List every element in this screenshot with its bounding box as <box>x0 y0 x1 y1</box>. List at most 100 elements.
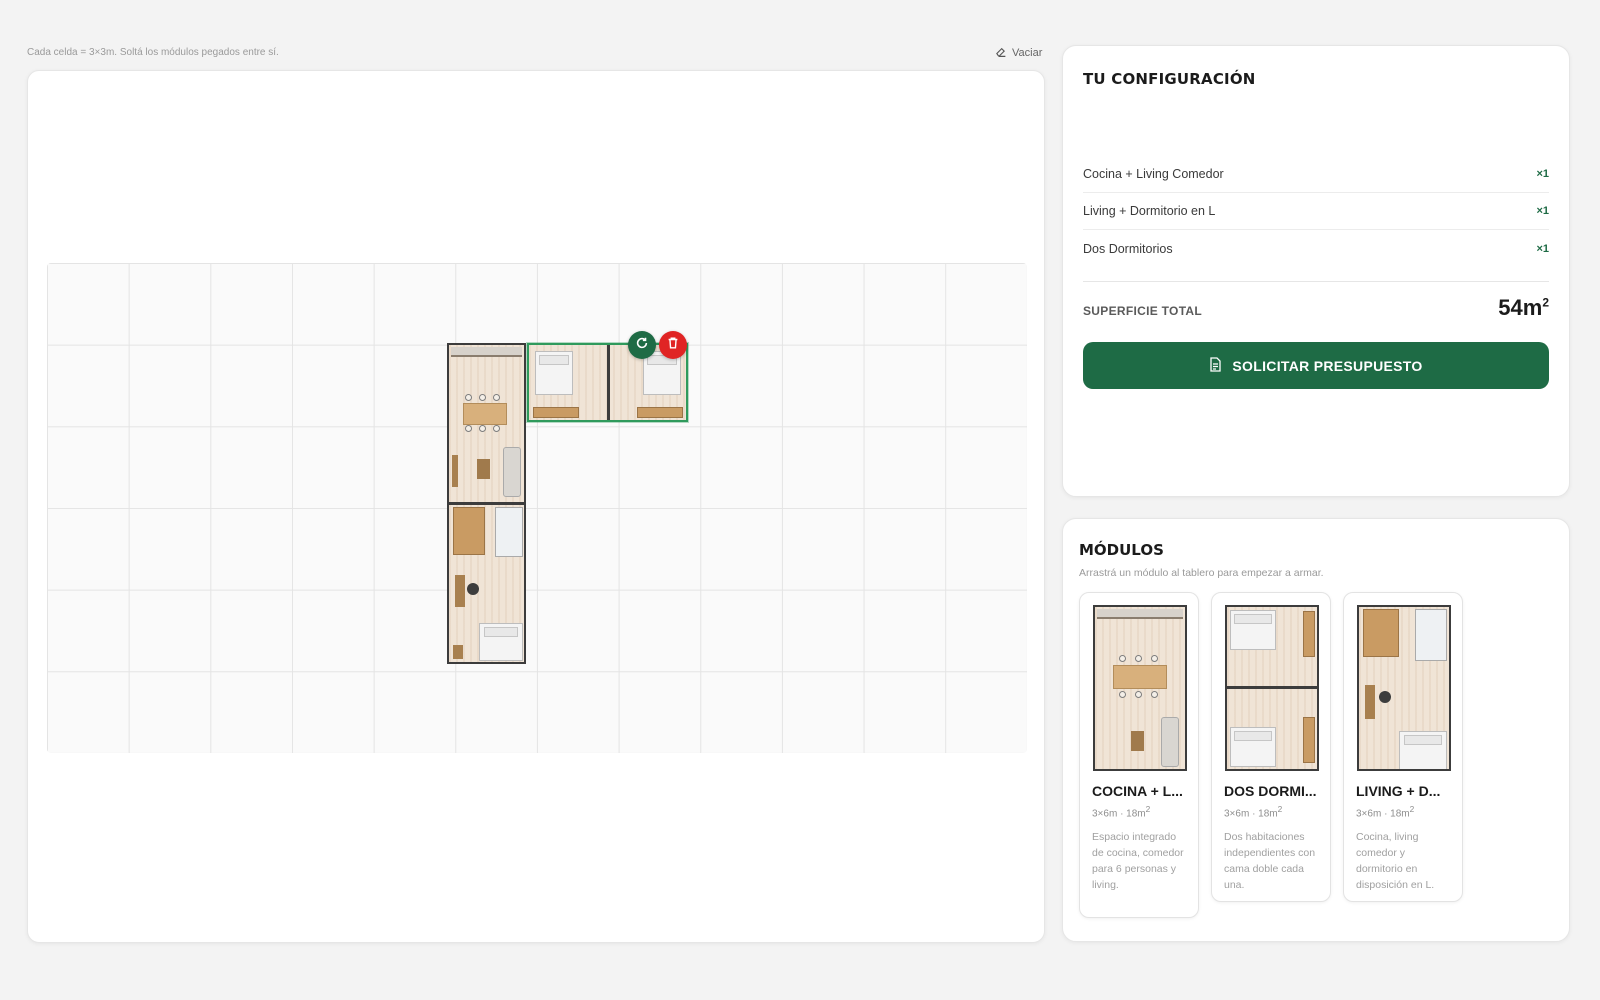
clear-board-button[interactable]: Vaciar <box>994 45 1042 61</box>
pillow <box>1404 735 1442 745</box>
module-meta: 3×6m · 18m2 <box>1356 804 1450 819</box>
plant <box>1379 691 1391 703</box>
wardrobe <box>637 407 683 418</box>
placed-module-cocina-living[interactable] <box>447 343 526 504</box>
configuration-item-name: Living + Dormitorio en L <box>1083 204 1216 218</box>
chair <box>1119 655 1126 662</box>
module-card-cocina-living[interactable]: COCINA + L... 3×6m · 18m2 Espacio integr… <box>1079 592 1199 918</box>
module-meta-text: 3×6m · 18m <box>1356 808 1410 820</box>
divider <box>1083 281 1549 282</box>
delete-module-button[interactable] <box>659 331 687 359</box>
kitchen-counter <box>1097 609 1183 619</box>
modules-panel: MÓDULOS Arrastrá un módulo al tablero pa… <box>1062 518 1570 942</box>
pillow <box>1234 614 1272 624</box>
chair <box>493 394 500 401</box>
chair <box>1119 691 1126 698</box>
chair <box>465 425 472 432</box>
module-meta-text: 3×6m · 18m <box>1224 808 1278 820</box>
configuration-item-name: Cocina + Living Comedor <box>1083 167 1224 181</box>
module-description: Dos habitaciones independientes con cama… <box>1224 831 1316 892</box>
module-description: Cocina, living comedor y dormitorio en d… <box>1356 831 1435 892</box>
double-bed <box>1399 731 1447 769</box>
pillow <box>1234 731 1272 741</box>
total-area-label: SUPERFICIE TOTAL <box>1083 304 1203 318</box>
module-thumbnail <box>1357 605 1451 771</box>
nightstand <box>453 645 463 659</box>
module-card-living-dormitorio[interactable]: LIVING + D... 3×6m · 18m2 Cocina, living… <box>1343 592 1463 902</box>
sofa <box>1161 717 1179 767</box>
configuration-item: Living + Dormitorio en L ×1 <box>1083 193 1549 230</box>
wardrobe <box>453 507 485 555</box>
configuration-list: Cocina + Living Comedor ×1 Living + Dorm… <box>1083 156 1549 267</box>
plant <box>467 583 479 595</box>
tv-unit <box>452 455 458 487</box>
double-bed <box>1230 727 1276 767</box>
rotate-module-button[interactable] <box>628 331 656 359</box>
configuration-title: TU CONFIGURACIÓN <box>1083 70 1256 88</box>
desk <box>455 575 465 607</box>
chair <box>479 394 486 401</box>
floor-grid[interactable] <box>47 263 1027 753</box>
chair <box>1135 655 1142 662</box>
module-name: LIVING + D... <box>1356 783 1441 799</box>
partition-wall <box>1227 686 1317 689</box>
module-meta: 3×6m · 18m2 <box>1092 804 1186 819</box>
chair <box>1135 691 1142 698</box>
module-thumbnail <box>1093 605 1187 771</box>
configuration-panel: TU CONFIGURACIÓN Cocina + Living Comedor… <box>1062 45 1570 497</box>
double-bed <box>535 351 573 395</box>
module-meta-text: 3×6m · 18m <box>1092 808 1146 820</box>
module-meta: 3×6m · 18m2 <box>1224 804 1318 819</box>
configuration-item: Dos Dormitorios ×1 <box>1083 230 1549 267</box>
total-area-unit: 2 <box>1542 295 1549 310</box>
bathroom <box>1415 609 1447 661</box>
board-hint: Cada celda = 3×3m. Soltá los módulos peg… <box>27 47 279 58</box>
pillow <box>484 627 518 637</box>
desk <box>1365 685 1375 719</box>
configuration-item-qty: ×1 <box>1536 168 1549 180</box>
bathroom <box>495 507 523 557</box>
configuration-item-qty: ×1 <box>1536 205 1549 217</box>
dining-table <box>1113 665 1167 689</box>
module-thumbnail <box>1225 605 1319 771</box>
wardrobe <box>1363 609 1399 657</box>
trash-icon <box>666 336 680 355</box>
kitchen-counter <box>451 347 522 357</box>
coffee-table <box>1131 731 1144 751</box>
chair <box>479 425 486 432</box>
configuration-item: Cocina + Living Comedor ×1 <box>1083 156 1549 193</box>
module-meta-sup: 2 <box>1277 804 1283 814</box>
board-panel <box>27 70 1045 943</box>
wardrobe <box>1303 717 1315 763</box>
double-bed <box>479 623 523 661</box>
total-area-value: 54m2 <box>1498 295 1549 321</box>
modules-subtitle: Arrastrá un módulo al tablero para empez… <box>1079 567 1324 579</box>
chair <box>1151 655 1158 662</box>
clear-board-label: Vaciar <box>1012 47 1043 59</box>
configuration-item-name: Dos Dormitorios <box>1083 241 1173 256</box>
chair <box>1151 691 1158 698</box>
request-quote-button[interactable]: SOLICITAR PRESUPUESTO <box>1083 342 1549 389</box>
modules-title: MÓDULOS <box>1079 541 1164 559</box>
sofa <box>503 447 521 497</box>
module-description: Espacio integrado de cocina, comedor par… <box>1092 831 1184 892</box>
pillow <box>539 355 569 365</box>
module-meta-sup: 2 <box>1145 804 1151 814</box>
partition-wall <box>607 345 610 420</box>
wardrobe <box>533 407 579 418</box>
placed-module-living-dormitorio[interactable] <box>447 503 526 664</box>
rotate-icon <box>635 336 649 355</box>
double-bed <box>1230 610 1276 650</box>
document-icon <box>1209 356 1222 375</box>
eraser-icon <box>994 45 1007 61</box>
chair <box>493 425 500 432</box>
configuration-item-qty: ×1 <box>1536 242 1549 255</box>
chair <box>465 394 472 401</box>
module-meta-sup: 2 <box>1409 804 1415 814</box>
module-name: COCINA + L... <box>1092 783 1183 799</box>
total-area-number: 54m <box>1498 295 1543 320</box>
module-list: COCINA + L... 3×6m · 18m2 Espacio integr… <box>1079 592 1463 918</box>
dining-table <box>463 403 507 425</box>
module-card-dos-dormitorios[interactable]: DOS DORMI... 3×6m · 18m2 Dos habitacione… <box>1211 592 1331 902</box>
module-name: DOS DORMI... <box>1224 783 1317 799</box>
